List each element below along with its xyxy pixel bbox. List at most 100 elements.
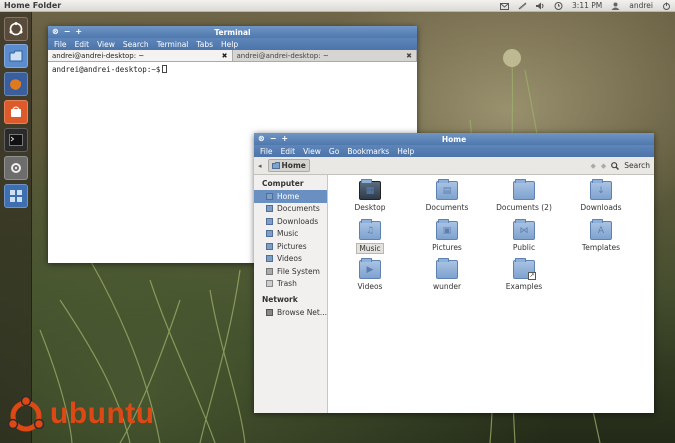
terminal-tab-2[interactable]: andrei@andrei-desktop: ~ ✖	[233, 50, 417, 61]
mail-icon[interactable]	[500, 2, 510, 10]
firefox-launcher[interactable]	[4, 72, 28, 96]
sidebar-item-label: Videos	[277, 254, 302, 264]
documents-folder-icon: ▤	[436, 179, 458, 200]
terminal-icon	[9, 134, 23, 146]
tab-label: andrei@andrei-desktop: ~	[236, 51, 329, 60]
file-item-documents-2[interactable]: Documents (2)	[489, 179, 559, 212]
volume-icon[interactable]	[536, 2, 545, 10]
search-button[interactable]: Search	[624, 161, 650, 170]
sidebar-item-music[interactable]: Music	[254, 228, 327, 241]
file-view[interactable]: ▦ Desktop ▤ Documents Documents (2) ↓ Do…	[328, 175, 654, 413]
tab-label: andrei@andrei-desktop: ~	[52, 51, 145, 60]
examples-folder-icon: ↗	[513, 258, 536, 280]
workspace-switcher-launcher[interactable]	[4, 184, 28, 208]
menu-tabs[interactable]: Tabs	[196, 40, 213, 49]
file-item-public[interactable]: ⋈ Public	[489, 219, 559, 252]
forward-icon[interactable]: ◆	[601, 162, 606, 170]
sidebar-item-trash[interactable]: Trash	[254, 278, 327, 291]
file-manager-window[interactable]: ⊗ − + Home File Edit View Go Bookmarks H…	[254, 133, 654, 413]
network-icon	[266, 308, 273, 316]
power-icon[interactable]	[662, 2, 671, 10]
user-icon	[611, 2, 620, 10]
user-name[interactable]: andrei	[629, 1, 653, 10]
file-item-documents[interactable]: ▤ Documents	[412, 179, 482, 212]
terminal-output[interactable]: andrei@andrei-desktop:~$	[48, 62, 417, 77]
menu-help[interactable]: Help	[397, 147, 414, 156]
sidebar-heading-network: Network	[262, 295, 298, 304]
top-panel: Home Folder 3:11 PM andrei	[0, 0, 675, 12]
menu-search[interactable]: Search	[123, 40, 149, 49]
terminal-tab-bar: andrei@andrei-desktop: ~ ✖ andrei@andrei…	[48, 50, 417, 62]
file-item-desktop[interactable]: ▦ Desktop	[335, 179, 405, 212]
software-center-launcher[interactable]	[4, 100, 28, 124]
menu-view[interactable]: View	[97, 40, 115, 49]
ubuntu-wordmark: ubuntu	[50, 397, 155, 430]
path-bar-home[interactable]: Home	[267, 159, 310, 172]
system-settings-launcher[interactable]	[4, 156, 28, 180]
close-icon[interactable]: ⊗	[52, 27, 59, 36]
sidebar-item-pictures[interactable]: Pictures	[254, 240, 327, 253]
software-center-icon	[11, 106, 21, 117]
menu-go[interactable]: Go	[329, 147, 339, 156]
maximize-icon[interactable]: +	[281, 134, 288, 143]
file-item-videos[interactable]: ▶ Videos	[335, 258, 405, 291]
file-item-pictures[interactable]: ▣ Pictures	[412, 219, 482, 252]
sidebar-item-label: Home	[277, 191, 300, 201]
videos-folder-icon: ▶	[359, 258, 381, 279]
sidebar-item-file-system[interactable]: File System	[254, 265, 327, 278]
file-item-downloads[interactable]: ↓ Downloads	[566, 179, 636, 212]
music-folder-icon: ♫	[359, 219, 381, 240]
sidebar-item-downloads[interactable]: Downloads	[254, 215, 327, 228]
menu-help[interactable]: Help	[221, 40, 238, 49]
sidebar-item-home[interactable]: Home	[254, 190, 327, 203]
search-icon[interactable]	[611, 161, 620, 170]
back-icon[interactable]: ◆	[590, 162, 595, 170]
home-icon	[266, 192, 273, 200]
location-toolbar: ◂ Home ◆ ◆ Search	[254, 157, 654, 175]
menu-edit[interactable]: Edit	[281, 147, 296, 156]
sidebar-item-documents[interactable]: Documents	[254, 203, 327, 216]
chevron-left-icon[interactable]: ◂	[258, 162, 262, 170]
menu-file[interactable]: File	[260, 147, 273, 156]
minimize-icon[interactable]: −	[64, 27, 71, 36]
file-item-music[interactable]: ♫ Music	[335, 219, 405, 254]
sidebar-item-videos[interactable]: Videos	[254, 253, 327, 266]
menu-bookmarks[interactable]: Bookmarks	[347, 147, 389, 156]
file-label: Public	[512, 243, 536, 252]
terminal-titlebar[interactable]: ⊗ − + Terminal	[48, 26, 417, 38]
sidebar-item-browse-network[interactable]: Browse Net...	[254, 306, 327, 319]
window-title: Terminal	[214, 27, 251, 37]
file-item-wunder[interactable]: wunder	[412, 258, 482, 291]
downloads-folder-icon: ↓	[590, 179, 612, 200]
menu-terminal[interactable]: Terminal	[157, 40, 189, 49]
folder-icon	[266, 217, 273, 225]
trash-icon	[266, 280, 273, 288]
menu-view[interactable]: View	[303, 147, 321, 156]
sidebar-item-label: Trash	[277, 279, 297, 289]
firefox-icon	[9, 77, 23, 91]
file-item-templates[interactable]: A Templates	[566, 219, 636, 252]
file-label: Videos	[357, 282, 383, 291]
tab-close-icon[interactable]: ✖	[406, 52, 412, 60]
menu-file[interactable]: File	[54, 40, 67, 49]
menu-edit[interactable]: Edit	[75, 40, 90, 49]
dash-home-button[interactable]	[4, 17, 28, 41]
search-group: ◆ ◆ Search	[590, 161, 650, 170]
tab-close-icon[interactable]: ✖	[222, 52, 228, 60]
maximize-icon[interactable]: +	[75, 27, 82, 36]
home-folder-launcher[interactable]	[4, 44, 28, 68]
file-label: Documents (2)	[496, 203, 552, 212]
close-icon[interactable]: ⊗	[258, 134, 265, 143]
minimize-icon[interactable]: −	[270, 134, 277, 143]
home-icon	[271, 162, 280, 169]
desktop-folder-icon: ▦	[359, 179, 381, 200]
file-item-examples[interactable]: ↗ Examples	[489, 258, 559, 291]
file-manager-titlebar[interactable]: ⊗ − + Home	[254, 133, 654, 145]
network-icon[interactable]	[518, 2, 527, 10]
clock-text[interactable]: 3:11 PM	[572, 1, 602, 10]
terminal-tab-1[interactable]: andrei@andrei-desktop: ~ ✖	[48, 50, 233, 61]
templates-folder-icon: A	[590, 219, 612, 240]
folder-icon	[436, 258, 458, 279]
terminal-launcher[interactable]	[4, 128, 28, 152]
indicator-area: 3:11 PM andrei	[500, 1, 671, 10]
